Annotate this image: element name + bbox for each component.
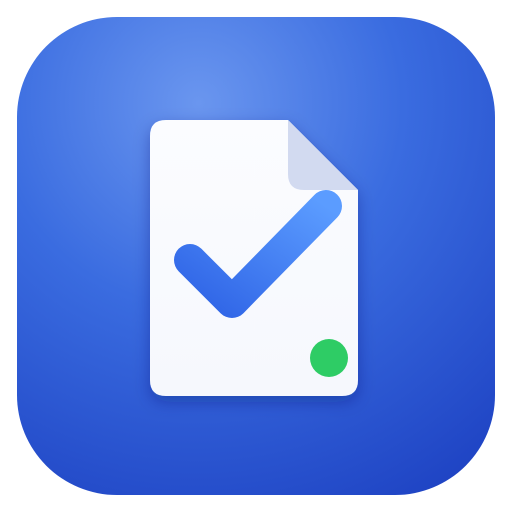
app-icon-graphic — [17, 17, 495, 495]
app-icon[interactable] — [0, 0, 512, 512]
status-dot-icon — [310, 339, 348, 377]
